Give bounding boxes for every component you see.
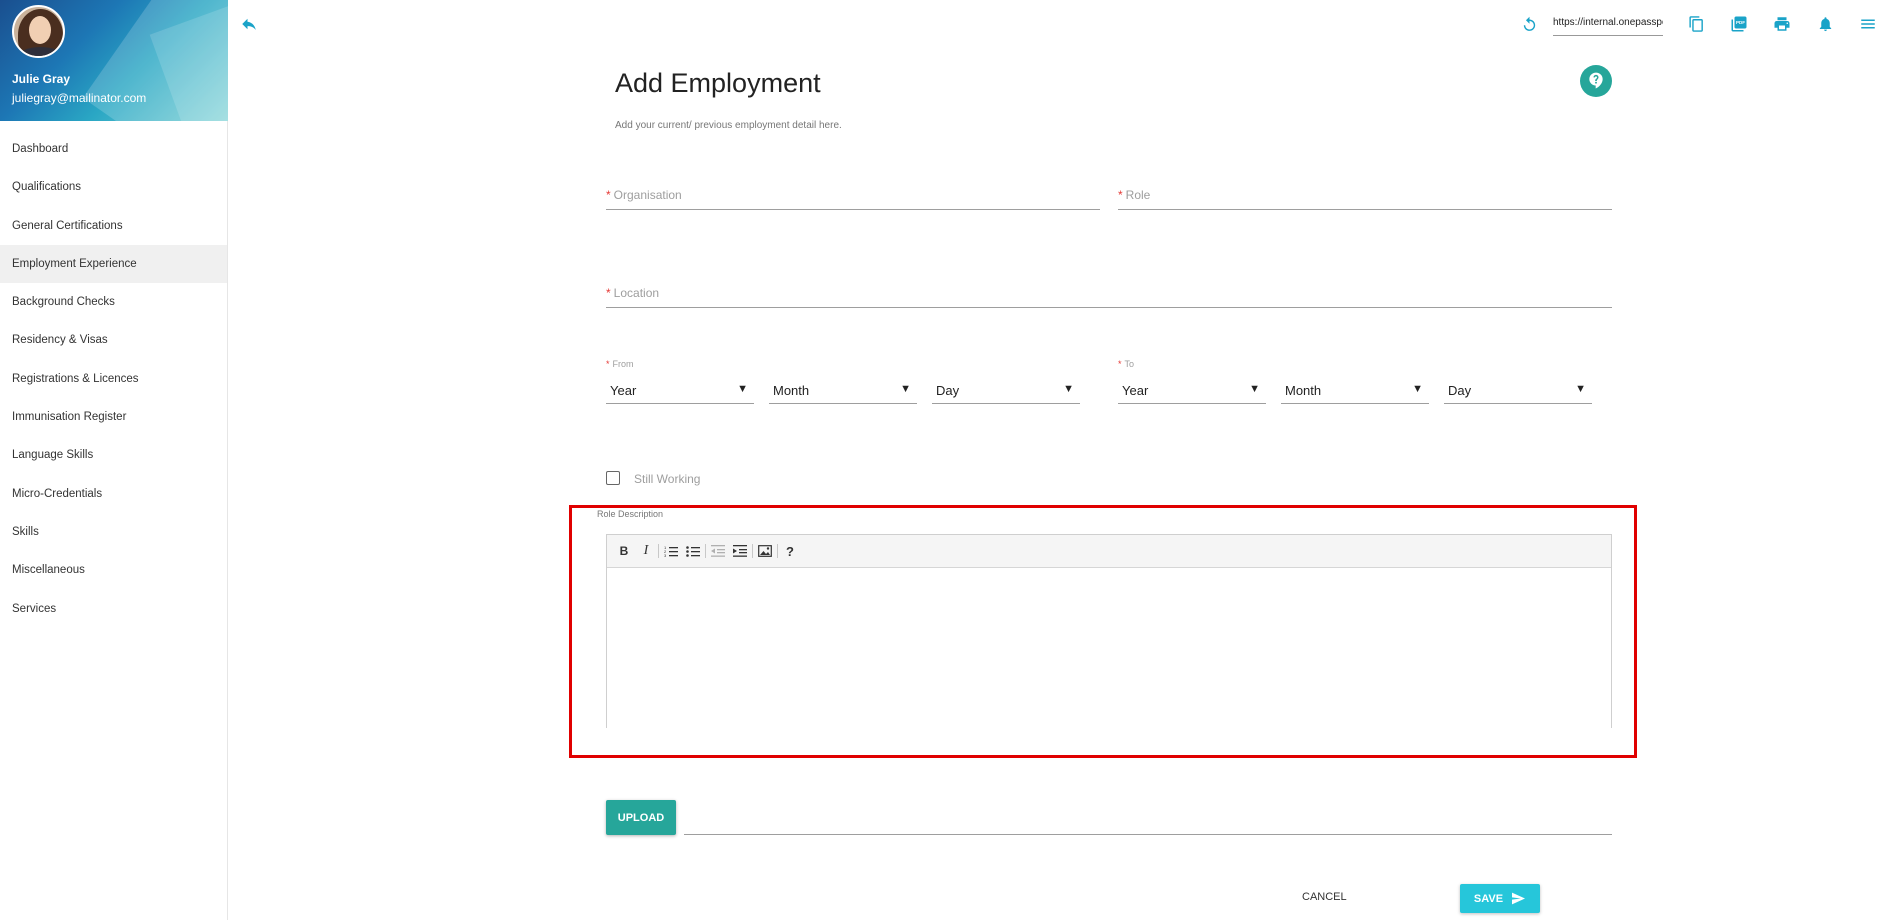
bullet-list-icon[interactable] [682,540,704,562]
help-button[interactable] [1580,65,1612,97]
location-label: Location [613,286,660,300]
role-description-textarea[interactable] [607,568,1611,728]
sidebar-item-dashboard[interactable]: Dashboard [0,130,227,168]
help-icon [1589,72,1603,89]
bold-icon[interactable]: B [613,540,635,562]
dropdown-arrow-icon: ▼ [1063,383,1074,395]
save-button[interactable]: SAVE [1460,884,1540,913]
dropdown-arrow-icon: ▼ [1575,383,1586,395]
profile-name: Julie Gray [12,72,71,86]
back-icon[interactable] [240,15,258,33]
dropdown-arrow-icon: ▼ [1249,383,1260,395]
upload-button[interactable]: UPLOAD [606,800,676,835]
top-toolbar: https://internal.onepassport PDF [1519,12,1878,36]
sidebar: Julie Gray juliegray@mailinator.com Dash… [0,0,228,920]
dropdown-arrow-icon: ▼ [1412,383,1423,395]
outdent-icon[interactable] [707,540,729,562]
profile-email: juliegray@mailinator.com [12,91,147,105]
numbered-list-icon[interactable]: 123 [660,540,682,562]
svg-text:PDF: PDF [1736,20,1745,25]
italic-icon[interactable]: I [635,540,657,562]
from-day-select[interactable]: Day ▼ [932,378,1080,404]
sidebar-item-residency-visas[interactable]: Residency & Visas [0,321,227,359]
menu-icon[interactable] [1858,14,1878,34]
print-icon[interactable] [1772,14,1792,34]
refresh-icon[interactable] [1519,14,1539,34]
indent-icon[interactable] [729,540,751,562]
help-question-icon[interactable]: ? [779,540,801,562]
to-caption: * To [1118,359,1135,369]
location-field[interactable]: * Location [606,278,1612,308]
cancel-button[interactable]: CANCEL [1302,891,1347,903]
still-working-checkbox[interactable] [606,471,620,485]
image-icon[interactable] [754,540,776,562]
sidebar-item-services[interactable]: Services [0,590,227,628]
to-year-select[interactable]: Year ▼ [1118,378,1266,404]
sidebar-item-micro-credentials[interactable]: Micro-Credentials [0,475,227,513]
sidebar-item-language-skills[interactable]: Language Skills [0,436,227,474]
sidebar-item-background-checks[interactable]: Background Checks [0,283,227,321]
from-caption: * From [606,359,634,369]
dropdown-arrow-icon: ▼ [737,383,748,395]
bell-icon[interactable] [1815,14,1835,34]
send-icon [1512,892,1526,905]
role-label: Role [1125,188,1151,202]
editor-toolbar: B I 123 ? [607,535,1611,568]
upload-filename-field[interactable] [684,834,1612,835]
copy-icon[interactable] [1686,14,1706,34]
svg-text:3: 3 [664,553,667,557]
to-month-select[interactable]: Month ▼ [1281,378,1429,404]
dropdown-arrow-icon: ▼ [900,383,911,395]
role-description-label: Role Description [597,509,664,519]
save-label: SAVE [1473,892,1504,905]
profile-header: Julie Gray juliegray@mailinator.com [0,0,228,121]
from-month-select[interactable]: Month ▼ [769,378,917,404]
sidebar-item-immunisation-register[interactable]: Immunisation Register [0,398,227,436]
sidebar-item-employment-experience[interactable]: Employment Experience [0,244,227,284]
sidebar-item-skills[interactable]: Skills [0,513,227,551]
sidebar-item-general-certifications[interactable]: General Certifications [0,207,227,245]
from-year-select[interactable]: Year ▼ [606,378,754,404]
organisation-label: Organisation [613,188,682,202]
role-field[interactable]: * Role [1118,180,1612,210]
sidebar-item-registrations-licences[interactable]: Registrations & Licences [0,360,227,398]
page-title: Add Employment [615,68,821,98]
page-subtitle: Add your current/ previous employment de… [615,120,842,131]
still-working-label: Still Working [634,472,701,486]
pdf-icon[interactable]: PDF [1729,14,1749,34]
avatar[interactable] [12,5,65,58]
organisation-field[interactable]: * Organisation [606,180,1100,210]
sidebar-item-qualifications[interactable]: Qualifications [0,168,227,206]
role-description-editor[interactable]: B I 123 ? [606,534,1612,728]
sidebar-nav: Dashboard Qualifications General Certifi… [0,130,227,628]
to-day-select[interactable]: Day ▼ [1444,378,1592,404]
sidebar-item-miscellaneous[interactable]: Miscellaneous [0,551,227,589]
url-field[interactable]: https://internal.onepassport [1553,12,1663,36]
